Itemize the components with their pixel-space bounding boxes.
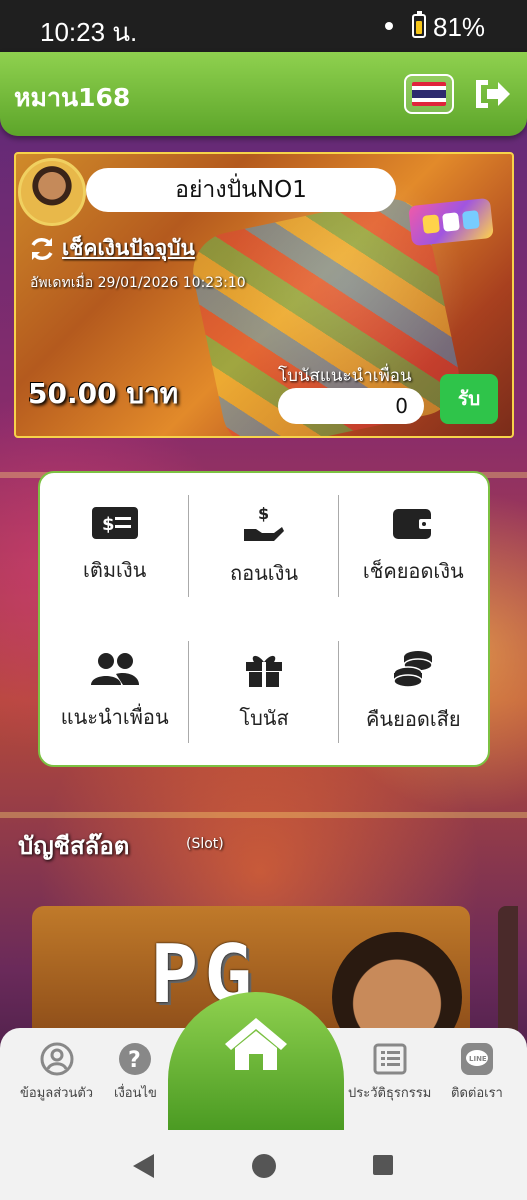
home-icon: [225, 1018, 287, 1070]
menu-label-check-balance: เช็คยอดเงิน: [362, 559, 464, 583]
svg-text:LINE: LINE: [469, 1055, 487, 1063]
brand-logo: หมาน168: [14, 83, 131, 112]
menu-label-withdraw: ถอนเงิน: [229, 561, 299, 585]
menu-item-refer-friends[interactable]: แนะนำเพื่อน: [40, 619, 190, 765]
menu-label-refer-friends: แนะนำเพื่อน: [60, 705, 169, 729]
nav-label-terms: เงื่อนไข: [114, 1086, 157, 1101]
nav-label-history: ประวัติธุรกรรม: [348, 1086, 432, 1101]
app-header: หมาน168: [0, 52, 527, 136]
menu-label-deposit: เติมเงิน: [83, 558, 147, 582]
thai-flag-icon: [412, 82, 446, 106]
next-provider-card[interactable]: [498, 906, 518, 1046]
home-circle-icon[interactable]: [250, 1152, 278, 1180]
svg-text:?: ?: [128, 1048, 141, 1073]
menu-label-cashback: คืนยอดเสีย: [366, 707, 461, 731]
nav-history[interactable]: ประวัติธุรกรรม: [348, 1042, 431, 1103]
menu-item-check-balance[interactable]: เช็คยอดเงิน: [339, 473, 488, 619]
menu-item-withdraw[interactable]: $ ถอนเงิน: [189, 473, 339, 619]
menu-item-deposit[interactable]: $ เติมเงิน: [40, 473, 190, 619]
nav-label-contact: ติดต่อเรา: [451, 1086, 503, 1101]
status-time: 10:23 น.: [40, 17, 138, 47]
coins-icon: [393, 651, 434, 688]
username: อย่างปั่นNO1: [86, 168, 396, 212]
wallet-icon: [393, 509, 434, 539]
referral-bonus-label: โบนัสแนะนำเพื่อน: [278, 366, 412, 386]
language-button[interactable]: [404, 74, 454, 114]
status-bar: 10:23 น. 81%: [0, 0, 527, 52]
refresh-icon: [31, 237, 53, 260]
refresh-balance-button[interactable]: เช็คเงินปัจจุบัน: [28, 232, 195, 265]
main-menu: $ เติมเงิน $ ถอนเงิน เช็คยอดเงิน แนะนำเพ…: [38, 471, 490, 767]
menu-label-bonus: โบนัส: [239, 706, 289, 730]
game-logo: [408, 197, 494, 247]
deposit-icon: $: [91, 507, 138, 539]
battery-percent: 81%: [433, 12, 486, 42]
menu-item-cashback[interactable]: คืนยอดเสีย: [339, 619, 488, 765]
gift-icon: [245, 655, 282, 687]
logout-icon: [476, 80, 510, 108]
line-icon: LINE: [460, 1043, 493, 1075]
help-icon: ?: [119, 1043, 152, 1075]
section-title: บัญชีสล๊อต: [18, 832, 130, 860]
referral-bonus-value: 0: [278, 388, 424, 424]
balance-amount: 50.00 บาท: [28, 377, 179, 410]
battery-icon: [412, 11, 426, 38]
svg-text:$: $: [102, 514, 115, 535]
claim-bonus-button[interactable]: รับ: [440, 374, 498, 424]
nav-profile[interactable]: ข้อมูลส่วนตัว: [20, 1042, 93, 1103]
profile-icon: [40, 1042, 74, 1076]
friends-icon: [90, 653, 139, 685]
nav-terms[interactable]: ? เงื่อนไข: [114, 1042, 157, 1103]
logout-button[interactable]: [472, 76, 514, 112]
svg-text:$: $: [258, 504, 269, 523]
withdraw-icon: $: [243, 504, 284, 541]
recents-icon[interactable]: [371, 1153, 395, 1177]
last-updated-text: อัพเดทเมื่อ 29/01/2026 10:23:10: [30, 275, 246, 291]
back-icon[interactable]: [130, 1152, 156, 1180]
balance-card: อย่างปั่นNO1 เช็คเงินปัจจุบัน อัพเดทเมื่…: [14, 152, 514, 438]
nav-label-profile: ข้อมูลส่วนตัว: [20, 1086, 94, 1101]
menu-item-bonus[interactable]: โบนัส: [189, 619, 339, 765]
nav-contact[interactable]: LINE ติดต่อเรา: [451, 1042, 503, 1103]
refresh-balance-label: เช็คเงินปัจจุบัน: [62, 236, 195, 260]
notification-dot-icon: [385, 22, 393, 30]
avatar: [18, 158, 86, 226]
section-subtitle: (Slot): [186, 836, 224, 852]
history-icon: [373, 1043, 407, 1075]
system-nav-bar: [0, 1130, 527, 1200]
game-logo-icon: [422, 210, 480, 234]
